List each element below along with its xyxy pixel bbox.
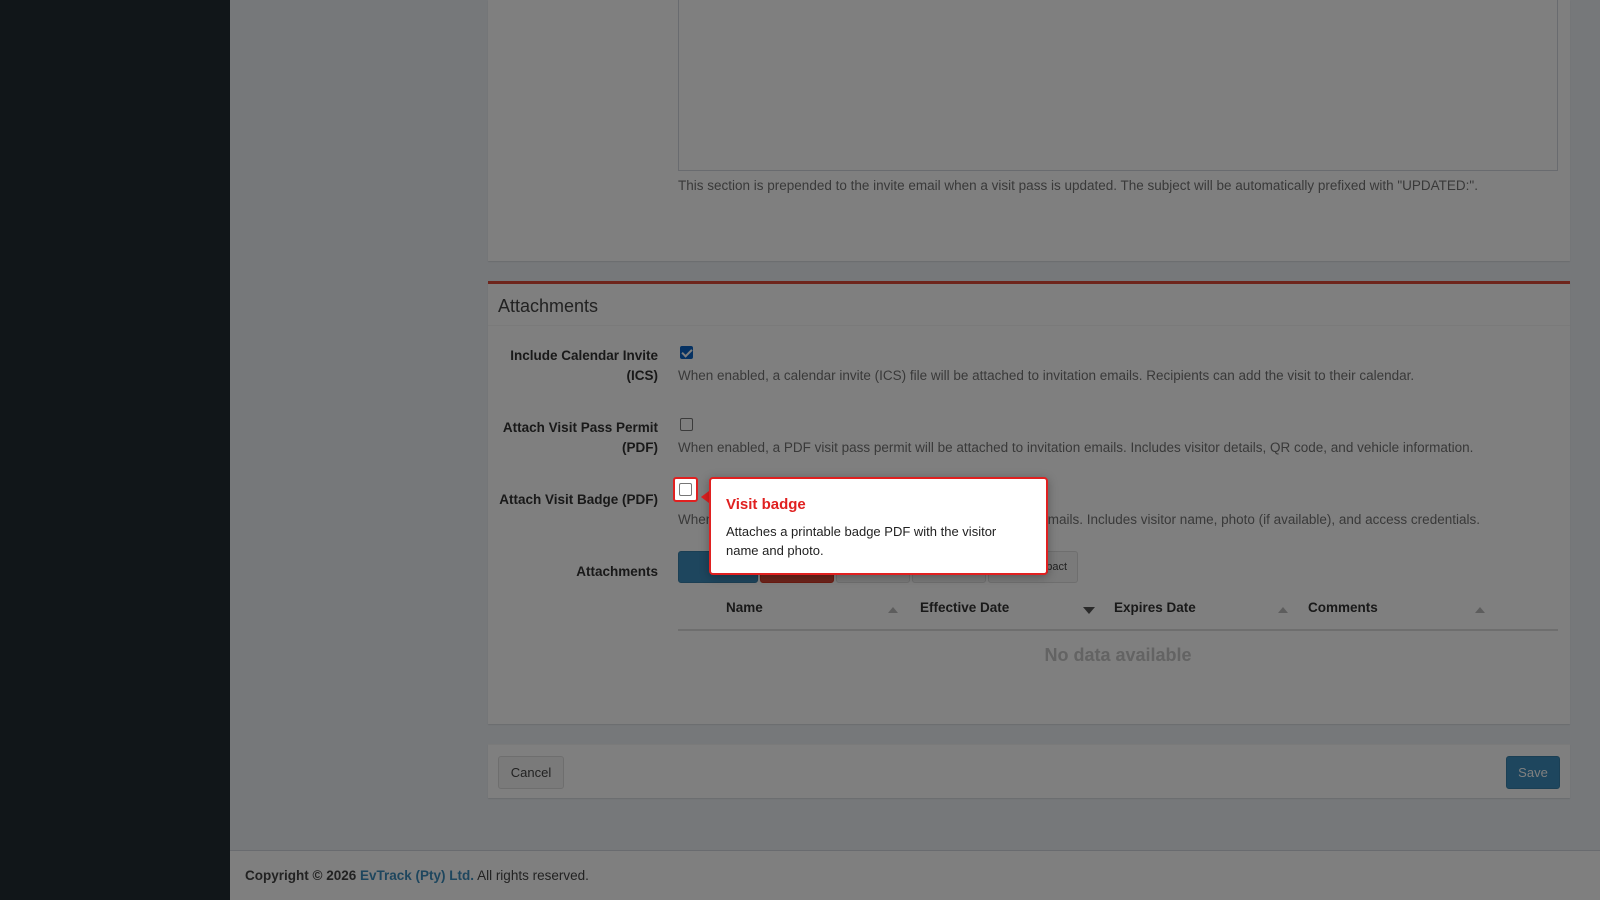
tour-overlay (0, 0, 1600, 900)
tooltip-title: Visit badge (726, 496, 806, 513)
visit-badge-checkbox-highlight[interactable] (673, 477, 698, 502)
visit-badge-checkbox[interactable] (679, 483, 692, 496)
tooltip-arrow (701, 491, 709, 503)
tooltip-text: Attaches a printable badge PDF with the … (726, 524, 997, 558)
tour-tooltip: Visit badge Attaches a printable badge P… (709, 477, 1048, 575)
